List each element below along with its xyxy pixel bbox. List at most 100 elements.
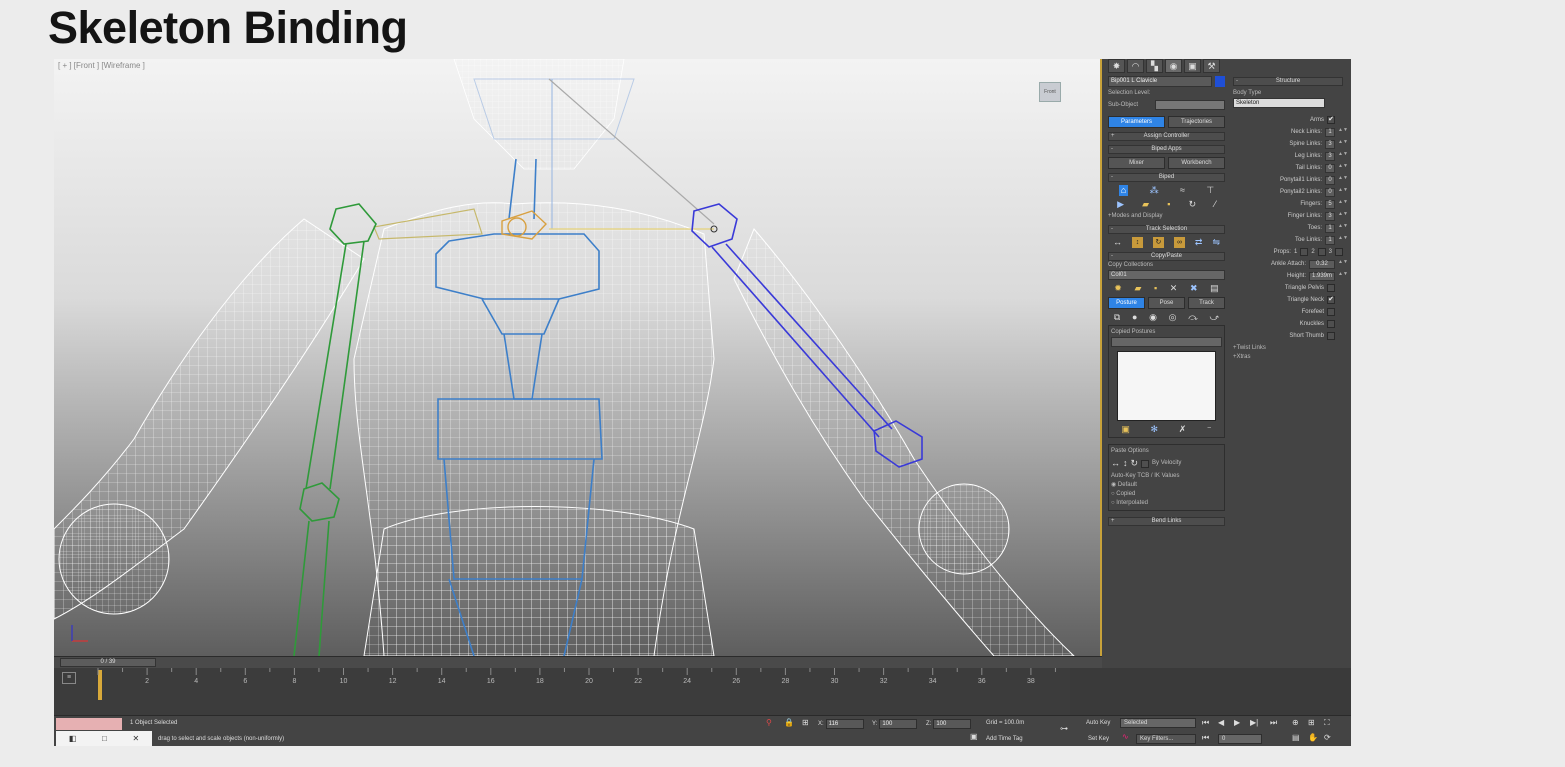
selected-dropdown[interactable]: Selected xyxy=(1120,718,1196,728)
posture-preview-box[interactable] xyxy=(1117,351,1216,421)
motion-tab-icon[interactable]: ◉ xyxy=(1165,59,1182,73)
hierarchy-tab-icon[interactable]: ▚ xyxy=(1146,59,1163,73)
set-key-button[interactable]: Set Key xyxy=(1088,736,1109,742)
maxscript-listener[interactable] xyxy=(56,718,122,730)
copy-selected-icon[interactable]: ◉ xyxy=(1149,312,1157,323)
track-tab[interactable]: Track xyxy=(1188,297,1225,309)
track-selection-rollout[interactable]: - Track Selection xyxy=(1108,225,1225,234)
radio-default[interactable]: ◉ Default xyxy=(1111,481,1222,490)
z-field[interactable]: 100 xyxy=(933,719,972,729)
paste-posture-icon[interactable]: ⤼ xyxy=(1188,312,1198,323)
ankle-attach-field[interactable]: 0.32 xyxy=(1309,259,1335,269)
assign-controller-rollout[interactable]: + Assign Controller xyxy=(1108,132,1225,141)
display-tab-icon[interactable]: ▣ xyxy=(1184,59,1201,73)
spinner-arrows-icon[interactable]: ▲▼ xyxy=(1338,127,1348,137)
image-preview-icon[interactable]: ▣ xyxy=(1121,424,1130,435)
structure-spinner-field[interactable]: 1 xyxy=(1325,127,1335,137)
refresh-icon[interactable]: ↻ xyxy=(1189,199,1197,210)
maximize-icon[interactable]: □ xyxy=(102,734,107,743)
track-bar[interactable]: ≡ 2 4 6 8 10 12 14 16 18 20 22 24 26 28 30 32 34 36 38 xyxy=(54,668,1070,715)
structure-spinner-field[interactable]: 3 xyxy=(1325,151,1335,161)
field-of-view-icon[interactable]: ▤ xyxy=(1292,733,1300,742)
prop3-checkbox[interactable] xyxy=(1335,248,1343,256)
prop1-checkbox[interactable] xyxy=(1300,248,1309,256)
modify-tab-icon[interactable]: ◠ xyxy=(1127,59,1144,73)
selection-lock-icon[interactable]: 🔒 xyxy=(784,718,794,727)
structure-checkbox[interactable]: ✔ xyxy=(1327,116,1335,124)
structure-spinner-field[interactable]: 0 xyxy=(1325,175,1335,185)
lock-cog-icon[interactable]: ∞ xyxy=(1173,237,1185,248)
height-spinner[interactable]: ▲▼ xyxy=(1338,271,1348,281)
open-folder-icon[interactable]: ▰ xyxy=(1142,199,1149,210)
by-velocity-checkbox[interactable] xyxy=(1141,459,1150,468)
key-mode-icon[interactable]: ⏮ xyxy=(1202,733,1209,743)
ankle-attach-spinner[interactable]: ▲▼ xyxy=(1338,259,1348,269)
x-field[interactable]: 116 xyxy=(825,719,864,729)
copy-posture-icon[interactable]: ⧉ xyxy=(1114,312,1120,323)
collection-dropdown[interactable]: Col01 xyxy=(1108,270,1225,280)
spinner-arrows-icon[interactable]: ▲▼ xyxy=(1338,235,1348,245)
biped-apps-rollout[interactable]: - Biped Apps xyxy=(1108,145,1225,154)
capture-snapshot-icon[interactable]: ● xyxy=(1132,312,1137,323)
parameters-button[interactable]: Parameters xyxy=(1108,116,1165,128)
bend-links-rollout[interactable]: + Bend Links xyxy=(1108,517,1225,526)
load-file-icon[interactable]: ▶ xyxy=(1117,199,1124,210)
copied-postures-dropdown[interactable] xyxy=(1111,337,1222,347)
key-icon[interactable]: ⊶ xyxy=(1060,724,1068,733)
object-color-swatch[interactable] xyxy=(1215,75,1225,87)
add-time-tag[interactable]: Add Time Tag xyxy=(986,736,1023,742)
paste-rotation-icon[interactable]: ↻ xyxy=(1131,458,1139,469)
save-collection-icon[interactable]: ▪ xyxy=(1154,283,1157,294)
spinner-arrows-icon[interactable]: ▲▼ xyxy=(1338,175,1348,185)
spinner-arrows-icon[interactable]: ▲▼ xyxy=(1338,139,1348,149)
trajectories-button[interactable]: Trajectories xyxy=(1168,116,1225,128)
zoom-all-icon[interactable]: ⊞ xyxy=(1308,718,1315,727)
current-frame-field[interactable]: 0 xyxy=(1218,734,1262,744)
load-collection-icon[interactable]: ▰ xyxy=(1134,283,1141,294)
structure-checkbox[interactable] xyxy=(1327,332,1335,340)
front-viewport[interactable]: [ + ] [Front ] [Wireframe ] Front xyxy=(54,59,1102,656)
body-rotation-icon[interactable]: ↻ xyxy=(1152,237,1164,248)
previous-frame-icon[interactable]: ◀ xyxy=(1218,718,1224,727)
motion-flow-icon[interactable]: ≈ xyxy=(1180,185,1185,196)
max-load-icon[interactable]: ▤ xyxy=(1210,283,1219,294)
buffer-icon[interactable]: ⁄ xyxy=(1214,199,1216,210)
structure-spinner-field[interactable]: 3 xyxy=(1325,211,1335,221)
workbench-button[interactable]: Workbench xyxy=(1168,157,1225,169)
body-type-dropdown[interactable]: Skeleton xyxy=(1233,98,1325,108)
structure-spinner-field[interactable]: 1 xyxy=(1325,235,1335,245)
viewport-label[interactable]: [ + ] [Front ] [Wireframe ] xyxy=(58,61,145,70)
zoom-extents-icon[interactable]: ⛶ xyxy=(1324,718,1330,728)
structure-checkbox[interactable] xyxy=(1327,284,1335,292)
copy-paste-rollout[interactable]: - Copy/Paste xyxy=(1108,252,1225,261)
figure-mode-icon[interactable]: ⌂ xyxy=(1118,185,1129,196)
structure-checkbox[interactable] xyxy=(1327,320,1335,328)
pose-tab[interactable]: Pose xyxy=(1148,297,1185,309)
spinner-arrows-icon[interactable]: ▲▼ xyxy=(1338,163,1348,173)
structure-rollout[interactable]: - Structure xyxy=(1233,77,1343,86)
body-horizontal-icon[interactable]: ↔ xyxy=(1113,237,1122,248)
delete-all-postures-icon[interactable]: ⁻ xyxy=(1207,424,1212,435)
structure-checkbox[interactable]: ✔ xyxy=(1327,296,1335,304)
key-filters-button[interactable]: Key Filters... xyxy=(1136,734,1196,744)
delete-collection-icon[interactable]: ✕ xyxy=(1170,283,1178,294)
body-vertical-icon[interactable]: ↕ xyxy=(1131,237,1143,248)
paste-horizontal-icon[interactable]: ↔ xyxy=(1111,458,1120,469)
delete-posture-icon[interactable]: ✗ xyxy=(1179,424,1187,435)
footstep-mode-icon[interactable]: ⁂ xyxy=(1150,185,1159,196)
zoom-icon[interactable]: ⊕ xyxy=(1292,718,1299,727)
app-taskbar-icon[interactable]: ◧ xyxy=(69,734,77,743)
spinner-arrows-icon[interactable]: ▲▼ xyxy=(1338,223,1348,233)
prop2-checkbox[interactable] xyxy=(1317,248,1326,256)
spinner-arrows-icon[interactable]: ▲▼ xyxy=(1338,187,1348,197)
posture-capture-icon[interactable]: ✻ xyxy=(1151,424,1159,435)
xtras-rollout[interactable]: +Xtras xyxy=(1233,353,1343,362)
create-tab-icon[interactable]: ✸ xyxy=(1108,59,1125,73)
structure-spinner-field[interactable]: 0 xyxy=(1325,187,1335,197)
play-icon[interactable]: ▶ xyxy=(1234,718,1240,727)
symmetrical-icon[interactable]: ⇄ xyxy=(1195,237,1203,248)
viewcube-icon[interactable]: Front xyxy=(1039,82,1061,102)
spinner-arrows-icon[interactable]: ▲▼ xyxy=(1338,211,1348,221)
next-frame-icon[interactable]: ▶| xyxy=(1250,718,1258,727)
spinner-arrows-icon[interactable]: ▲▼ xyxy=(1338,151,1348,161)
